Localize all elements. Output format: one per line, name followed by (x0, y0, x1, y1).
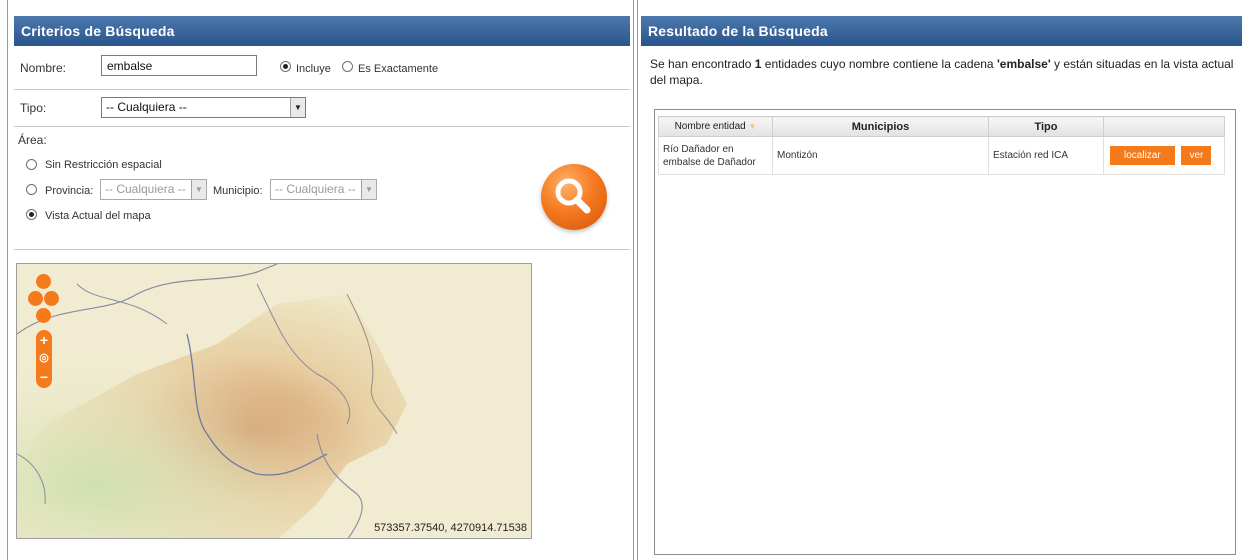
area-row: Área: Sin Restricción espacial Provincia… (14, 127, 630, 250)
zoom-bar: + ◎ − (36, 330, 52, 388)
chevron-down-icon: ▼ (290, 98, 305, 117)
col-nombre-label: Nombre entidad (674, 121, 746, 132)
tipo-row: Tipo: -- Cualquiera -- ▼ (14, 90, 630, 127)
provincia-radio[interactable] (26, 184, 37, 195)
incluye-label[interactable]: Incluye (296, 63, 331, 75)
col-tipo[interactable]: Tipo (988, 116, 1104, 137)
sin-restriccion-label[interactable]: Sin Restricción espacial (45, 159, 162, 171)
msg-part1: Se han encontrado (650, 57, 755, 71)
results-message: Se han encontrado 1 entidades cuyo nombr… (650, 56, 1240, 88)
pan-right-button[interactable] (44, 291, 59, 306)
tipo-select-value: -- Cualquiera -- (106, 100, 187, 114)
provincia-label[interactable]: Provincia: (45, 185, 93, 197)
tipo-label: Tipo: (20, 101, 47, 115)
exacto-radio[interactable] (342, 61, 353, 72)
localizar-button[interactable]: localizar (1110, 146, 1175, 165)
sin-restriccion-radio[interactable] (26, 159, 37, 170)
results-header: Resultado de la Búsqueda (641, 16, 1242, 46)
provincia-select[interactable]: -- Cualquiera -- ▼ (100, 179, 207, 200)
ver-button[interactable]: ver (1181, 146, 1212, 165)
globe-icon[interactable]: ◎ (36, 350, 52, 366)
results-table: Nombre entidad ▼ Municipios Tipo Río Dañ… (658, 116, 1225, 175)
pan-up-button[interactable] (36, 274, 51, 289)
map-view[interactable]: + ◎ − 573357.37540, 4270914.71538 (16, 263, 532, 539)
vista-radio[interactable] (26, 209, 37, 220)
exacto-label[interactable]: Es Exactamente (358, 63, 438, 75)
results-table-box: Nombre entidad ▼ Municipios Tipo Río Dañ… (654, 109, 1236, 555)
incluye-radio[interactable] (280, 61, 291, 72)
area-label: Área: (18, 133, 47, 147)
search-button[interactable] (541, 164, 607, 230)
panel-divider-2 (637, 0, 638, 560)
msg-query: 'embalse' (996, 57, 1051, 71)
zoom-in-icon[interactable]: + (36, 332, 52, 348)
col-actions (1103, 116, 1225, 137)
zoom-out-icon[interactable]: − (36, 369, 52, 385)
cell-actions: localizar ver (1103, 136, 1225, 175)
municipio-select-value: -- Cualquiera -- (275, 182, 356, 196)
map-coordinates: 573357.37540, 4270914.71538 (374, 522, 527, 534)
provincia-select-value: -- Cualquiera -- (105, 182, 186, 196)
sort-desc-icon: ▼ (748, 122, 757, 131)
table-header-row: Nombre entidad ▼ Municipios Tipo (658, 116, 1225, 137)
pan-left-button[interactable] (28, 291, 43, 306)
chevron-down-icon: ▼ (361, 180, 376, 199)
table-row: Río Dañador en embalse de Dañador Montiz… (658, 136, 1225, 175)
tipo-select[interactable]: -- Cualquiera -- ▼ (101, 97, 306, 118)
terrain-map (17, 264, 531, 538)
cell-municipio: Montizón (772, 136, 989, 175)
results-panel: Resultado de la Búsqueda Se han encontra… (641, 16, 1242, 560)
col-municipios[interactable]: Municipios (772, 116, 989, 137)
search-criteria-panel: Criterios de Búsqueda Nombre: Incluye Es… (14, 16, 630, 560)
cell-nombre: Río Dañador en embalse de Dañador (658, 136, 773, 175)
municipio-label: Municipio: (213, 185, 263, 197)
magnifier-icon (555, 178, 591, 214)
nombre-input[interactable] (101, 55, 257, 76)
vista-label[interactable]: Vista Actual del mapa (45, 210, 151, 222)
municipio-select[interactable]: -- Cualquiera -- ▼ (270, 179, 377, 200)
col-nombre-entidad[interactable]: Nombre entidad ▼ (658, 116, 773, 137)
left-border (7, 0, 8, 560)
pan-down-button[interactable] (36, 308, 51, 323)
chevron-down-icon: ▼ (191, 180, 206, 199)
nombre-label: Nombre: (20, 61, 67, 75)
nombre-row: Nombre: Incluye Es Exactamente (14, 46, 630, 90)
panel-divider (633, 0, 634, 560)
criteria-header: Criterios de Búsqueda (14, 16, 630, 46)
cell-tipo: Estación red ICA (988, 136, 1104, 175)
msg-part2: entidades cuyo nombre contiene la cadena (761, 57, 997, 71)
